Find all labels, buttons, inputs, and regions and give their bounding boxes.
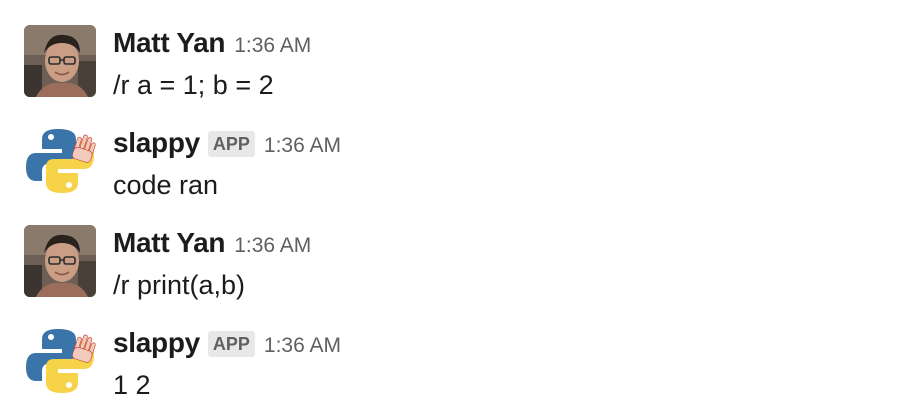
message-text: /r print(a,b) bbox=[113, 270, 246, 300]
message-header: Matt Yan 1:36 AM bbox=[113, 27, 311, 61]
python-logo-avatar[interactable] bbox=[24, 325, 96, 397]
author-name[interactable]: slappy bbox=[113, 327, 200, 359]
timestamp[interactable]: 1:36 AM bbox=[234, 234, 311, 258]
python-logo-avatar[interactable] bbox=[24, 125, 96, 197]
message-list: Matt Yan 1:36 AM /r a = 1; b = 2 slappy … bbox=[0, 0, 916, 420]
app-badge: APP bbox=[207, 331, 255, 357]
message-header: Matt Yan 1:36 AM bbox=[113, 227, 311, 261]
message[interactable]: slappy APP 1:36 AM code ran bbox=[0, 100, 916, 200]
message-header: slappy APP 1:36 AM bbox=[113, 327, 341, 361]
message-text: /r a = 1; b = 2 bbox=[113, 70, 274, 100]
message[interactable]: slappy APP 1:36 AM 1 2 bbox=[0, 300, 916, 400]
author-name[interactable]: Matt Yan bbox=[113, 227, 226, 259]
timestamp[interactable]: 1:36 AM bbox=[264, 334, 341, 358]
message[interactable]: Matt Yan 1:36 AM /r print(a,b) bbox=[0, 200, 916, 300]
message-text: 1 2 bbox=[113, 370, 151, 400]
timestamp[interactable]: 1:36 AM bbox=[234, 34, 311, 58]
timestamp[interactable]: 1:36 AM bbox=[264, 134, 341, 158]
author-name[interactable]: slappy bbox=[113, 127, 200, 159]
author-name[interactable]: Matt Yan bbox=[113, 27, 226, 59]
message-text: code ran bbox=[113, 170, 219, 200]
user-photo-avatar[interactable] bbox=[24, 225, 96, 297]
message[interactable]: Matt Yan 1:36 AM /r a = 1; b = 2 bbox=[0, 0, 916, 100]
app-badge: APP bbox=[207, 131, 255, 157]
message-header: slappy APP 1:36 AM bbox=[113, 127, 341, 161]
user-photo-avatar[interactable] bbox=[24, 25, 96, 97]
